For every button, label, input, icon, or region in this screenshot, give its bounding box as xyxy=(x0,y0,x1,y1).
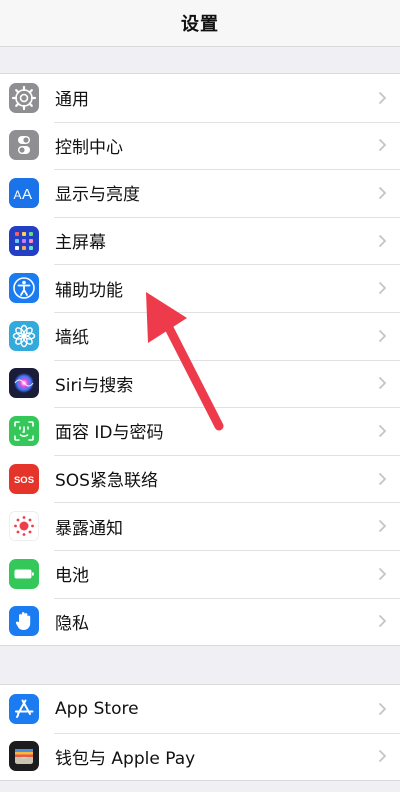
flower-icon xyxy=(9,320,39,351)
chevron-right-icon xyxy=(378,234,387,248)
accessibility-icon xyxy=(9,273,39,304)
chevron-right-icon xyxy=(378,281,387,295)
settings-row-label: 暴露通知 xyxy=(55,518,123,539)
text-size-icon: AA xyxy=(9,177,39,208)
svg-text:A: A xyxy=(22,186,32,203)
chevron-right-icon xyxy=(378,749,387,763)
settings-row-app-store[interactable]: App Store xyxy=(0,685,400,733)
chevron-right-icon xyxy=(378,424,387,438)
chevron-right-icon xyxy=(378,519,387,533)
chevron-right-icon xyxy=(378,614,387,628)
settings-row-display-brightness[interactable]: AA 显示与亮度 xyxy=(0,169,400,217)
settings-row-label: 控制中心 xyxy=(55,137,123,158)
settings-row-label: 主屏幕 xyxy=(55,233,106,254)
settings-row-label: App Store xyxy=(55,698,139,719)
battery-icon xyxy=(9,558,39,589)
settings-row-wallet-apple-pay[interactable]: 钱包与 Apple Pay xyxy=(0,732,400,781)
settings-row-accessibility[interactable]: 辅助功能 xyxy=(0,264,400,312)
settings-row-control-center[interactable]: 控制中心 xyxy=(0,121,400,170)
settings-row-label: Siri与搜索 xyxy=(55,375,134,396)
settings-row-label: 电池 xyxy=(55,566,89,587)
chevron-right-icon xyxy=(378,91,387,105)
chevron-right-icon xyxy=(378,472,387,486)
face-id-icon xyxy=(9,415,39,446)
chevron-right-icon xyxy=(378,138,387,152)
exposure-icon xyxy=(9,511,39,542)
app-grid-icon xyxy=(9,225,39,256)
wallet-icon xyxy=(9,741,39,772)
sos-icon: SOS xyxy=(9,463,39,494)
settings-row-home-screen[interactable]: 主屏幕 xyxy=(0,216,400,265)
svg-text:A: A xyxy=(14,188,22,202)
toggles-icon xyxy=(9,130,39,161)
sos-icon-text: SOS xyxy=(14,475,34,486)
settings-group-store: App Store 钱包与 Apple Pay xyxy=(0,684,400,781)
settings-row-emergency-sos[interactable]: SOS SOS紧急联络 xyxy=(0,454,400,503)
gear-icon xyxy=(9,82,39,113)
page-title: 设置 xyxy=(181,14,219,35)
chevron-right-icon xyxy=(378,329,387,343)
settings-row-label: 面容 ID与密码 xyxy=(55,423,164,444)
settings-row-label: 隐私 xyxy=(55,613,89,634)
chevron-right-icon xyxy=(378,186,387,200)
settings-row-general[interactable]: 通用 xyxy=(0,74,400,122)
settings-row-label: 钱包与 Apple Pay xyxy=(55,748,196,769)
settings-row-label: SOS紧急联络 xyxy=(55,471,158,492)
app-store-icon xyxy=(9,693,39,724)
chevron-right-icon xyxy=(378,567,387,581)
settings-row-exposure-notifications[interactable]: 暴露通知 xyxy=(0,502,400,550)
settings-row-label: 辅助功能 xyxy=(55,280,123,301)
settings-row-wallpaper[interactable]: 墙纸 xyxy=(0,311,400,360)
settings-row-label: 墙纸 xyxy=(55,328,89,349)
settings-row-face-id-passcode[interactable]: 面容 ID与密码 xyxy=(0,407,400,455)
settings-row-label: 通用 xyxy=(55,90,89,111)
chevron-right-icon xyxy=(378,702,387,716)
hand-icon xyxy=(9,606,39,637)
settings-row-label: 显示与亮度 xyxy=(55,185,140,206)
settings-group-main: 通用 控制中心 AA 显示与亮度 主屏幕 辅助功能 墙纸 Siri与搜索 面容 … xyxy=(0,73,400,647)
settings-row-siri-search[interactable]: Siri与搜索 xyxy=(0,359,400,408)
settings-row-privacy[interactable]: 隐私 xyxy=(0,597,400,646)
chevron-right-icon xyxy=(378,376,387,390)
navigation-bar: 设置 xyxy=(0,0,400,47)
siri-icon xyxy=(9,368,39,399)
settings-row-battery[interactable]: 电池 xyxy=(0,549,400,598)
